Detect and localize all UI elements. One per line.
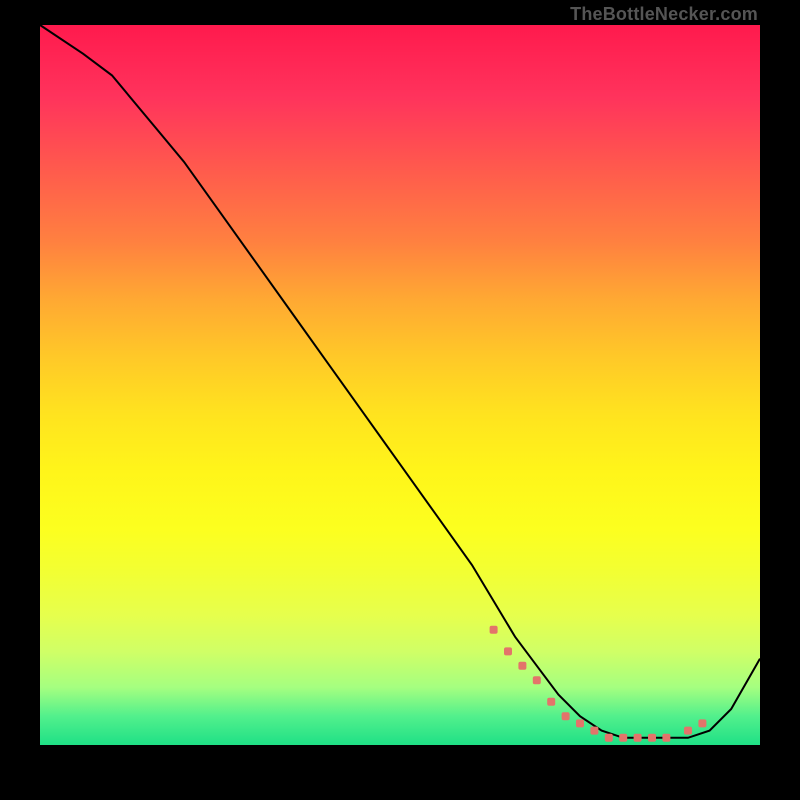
valley-marker [648,734,656,742]
chart-stage: TheBottleNecker.com [0,0,800,800]
valley-marker [684,727,692,735]
valley-marker [619,734,627,742]
valley-marker [634,734,642,742]
valley-marker [576,719,584,727]
marker-group [490,626,707,742]
plot-area [40,25,760,745]
curve-layer [40,25,760,745]
valley-marker [590,727,598,735]
valley-marker [547,698,555,706]
valley-marker [504,647,512,655]
valley-marker [533,676,541,684]
bottleneck-curve [40,25,760,738]
valley-marker [605,734,613,742]
valley-marker [562,712,570,720]
valley-marker [490,626,498,634]
valley-marker [518,662,526,670]
valley-marker [662,734,670,742]
attribution-label: TheBottleNecker.com [570,4,758,25]
valley-marker [698,719,706,727]
